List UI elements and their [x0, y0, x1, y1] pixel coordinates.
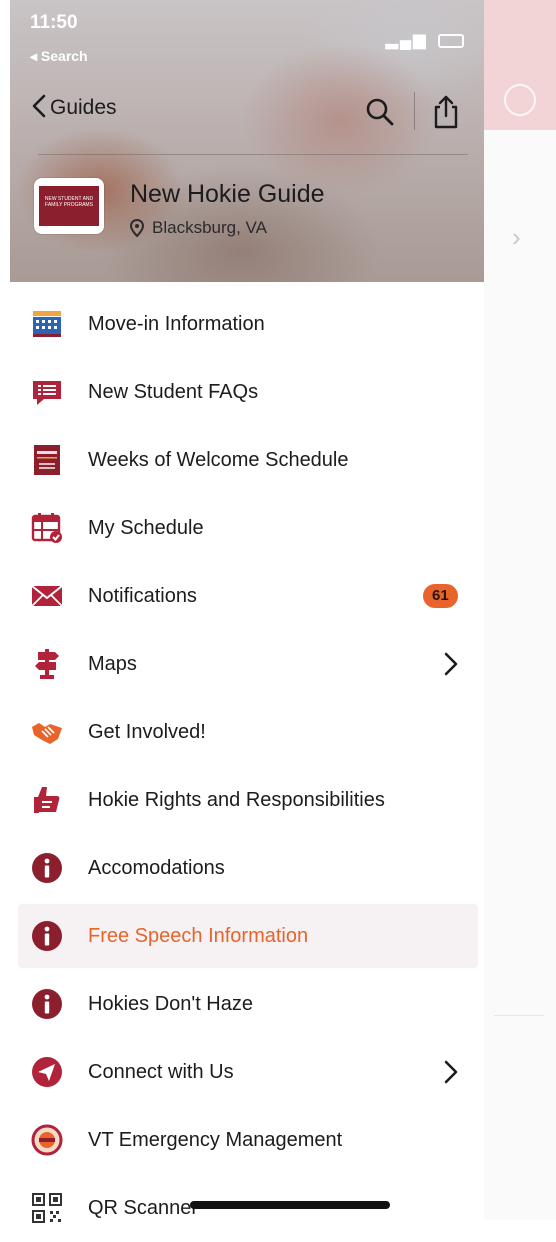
signal-icon: ▂▄▆: [385, 32, 428, 49]
guide-location-text: Blacksburg, VA: [152, 218, 267, 237]
guide-logo: NEW STUDENT AND FAMILY PROGRAMS: [34, 178, 104, 234]
faq-chat-icon: [33, 381, 61, 405]
handshake-icon: [32, 723, 62, 744]
thumbs-up-icon: [34, 787, 60, 813]
menu-item-label: Hokie Rights and Responsibilities: [88, 788, 385, 811]
background-screen: ›: [484, 0, 556, 1220]
info-icon: [32, 921, 62, 951]
calendar-check-icon: [31, 513, 62, 543]
guide-menu: Move-in Information New Student FAQs Wee…: [0, 290, 484, 1242]
envelope-icon: [31, 585, 63, 607]
toolbar-divider: [414, 92, 415, 130]
search-icon[interactable]: [364, 96, 396, 128]
guide-header: 11:50 ◂ Search ▂▄▆ Guides NEW STUDENT AN…: [10, 0, 484, 282]
share-icon[interactable]: [430, 94, 462, 130]
menu-item-label: Notifications: [88, 584, 197, 607]
battery-icon: [438, 33, 464, 48]
menu-item-notifications[interactable]: Notifications 61: [0, 562, 484, 630]
chevron-right-icon: ›: [512, 222, 521, 252]
menu-item-hokies-dont-haze[interactable]: Hokies Don't Haze: [0, 970, 484, 1038]
menu-item-move-in-information[interactable]: Move-in Information: [0, 290, 484, 358]
menu-item-label: Get Involved!: [88, 720, 206, 743]
menu-item-label: My Schedule: [88, 516, 204, 539]
menu-item-label: Move-in Information: [88, 312, 265, 335]
menu-item-label: Hokies Don't Haze: [88, 992, 253, 1015]
menu-item-label: VT Emergency Management: [88, 1128, 343, 1151]
divider: [494, 1015, 544, 1016]
menu-item-maps[interactable]: Maps: [0, 630, 484, 698]
back-button[interactable]: Guides: [32, 94, 117, 120]
menu-item-label: Accomodations: [88, 856, 225, 879]
menu-item-weeks-of-welcome[interactable]: Weeks of Welcome Schedule: [0, 426, 484, 494]
menu-item-label: Connect with Us: [88, 1060, 234, 1083]
chevron-right-icon: [444, 1060, 458, 1084]
chevron-left-icon: [32, 94, 46, 118]
home-indicator[interactable]: [190, 1201, 390, 1209]
menu-item-label: New Student FAQs: [88, 380, 259, 403]
status-icons: ▂▄▆: [386, 30, 464, 50]
menu-item-label: Maps: [88, 652, 137, 675]
notification-count-badge: 61: [423, 584, 458, 608]
signpost-icon: [35, 649, 59, 679]
menu-item-connect-with-us[interactable]: Connect with Us: [0, 1038, 484, 1106]
back-label: Guides: [50, 96, 117, 119]
emergency-seal-icon: [31, 1124, 63, 1156]
side-drawer: 11:50 ◂ Search ▂▄▆ Guides NEW STUDENT AN…: [0, 0, 484, 1223]
on-track-book-icon: [34, 445, 60, 475]
header-divider: [38, 154, 468, 155]
guide-title: New Hokie Guide: [130, 180, 325, 208]
menu-item-label: Weeks of Welcome Schedule: [88, 448, 349, 471]
profile-avatar-icon[interactable]: [504, 84, 536, 116]
info-icon: [32, 989, 62, 1019]
guide-logo-image: NEW STUDENT AND FAMILY PROGRAMS: [39, 186, 99, 226]
send-arrow-icon: [32, 1057, 62, 1087]
status-time: 11:50: [30, 12, 78, 33]
location-pin-icon: [130, 219, 144, 237]
back-to-app-link[interactable]: ◂ Search: [30, 48, 88, 65]
menu-item-free-speech-information[interactable]: Free Speech Information: [0, 902, 484, 970]
menu-item-my-schedule[interactable]: My Schedule: [0, 494, 484, 562]
menu-item-new-student-faqs[interactable]: New Student FAQs: [0, 358, 484, 426]
menu-item-accomodations[interactable]: Accomodations: [0, 834, 484, 902]
building-icon: [33, 311, 61, 337]
info-icon: [32, 853, 62, 883]
menu-item-label: Free Speech Information: [88, 924, 309, 947]
guide-location: Blacksburg, VA: [130, 218, 267, 238]
menu-item-label: QR Scanner: [88, 1196, 199, 1219]
menu-item-vt-emergency-management[interactable]: VT Emergency Management: [0, 1106, 484, 1174]
menu-item-hokie-rights[interactable]: Hokie Rights and Responsibilities: [0, 766, 484, 834]
menu-item-get-involved[interactable]: Get Involved!: [0, 698, 484, 766]
chevron-right-icon: [444, 652, 458, 676]
